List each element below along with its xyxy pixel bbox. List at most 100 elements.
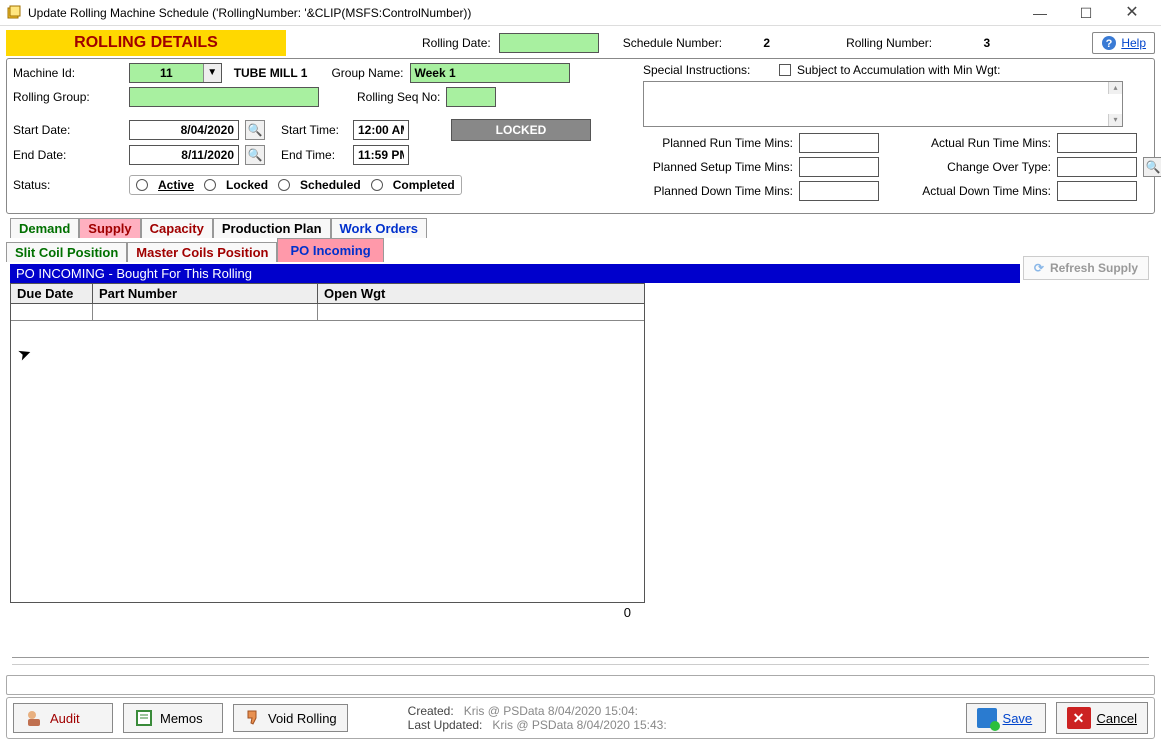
app-icon: [6, 5, 22, 21]
start-date-label: Start Date:: [13, 123, 123, 137]
change-over-lookup-button[interactable]: 🔍: [1143, 157, 1161, 177]
audit-button[interactable]: Audit: [13, 703, 113, 733]
start-date-picker-button[interactable]: 🔍: [245, 120, 265, 140]
group-name-label: Group Name:: [331, 66, 403, 80]
status-locked-label: Locked: [226, 178, 268, 192]
actual-run-label: Actual Run Time Mins:: [911, 136, 1051, 150]
meta-info: Created: Kris @ PSData 8/04/2020 15:04: L…: [408, 704, 667, 732]
rolling-number-label: Rolling Number:: [846, 36, 932, 50]
locked-button[interactable]: LOCKED: [451, 119, 591, 141]
col-due-date[interactable]: Due Date: [11, 284, 93, 303]
chevron-down-icon: ▼: [203, 64, 221, 82]
subject-accumulation-checkbox[interactable]: [779, 64, 791, 76]
scroll-up-icon[interactable]: ▴: [1108, 82, 1122, 94]
updated-label: Last Updated:: [408, 718, 483, 732]
rolling-seq-field[interactable]: [446, 87, 496, 107]
planned-setup-label: Planned Setup Time Mins:: [643, 160, 793, 174]
refresh-icon: ⟳: [1034, 261, 1044, 275]
form-panel: Machine Id: 11 ▼ TUBE MILL 1 Group Name:…: [6, 58, 1155, 214]
memos-icon: [134, 708, 154, 728]
planned-setup-input[interactable]: [799, 157, 879, 177]
tab-work-orders[interactable]: Work Orders: [331, 218, 428, 238]
actual-run-input[interactable]: [1057, 133, 1137, 153]
machine-id-dropdown[interactable]: 11 ▼: [129, 63, 222, 83]
sub-tabs: Slit Coil Position Master Coils Position…: [6, 238, 1161, 262]
status-locked-radio[interactable]: [204, 179, 216, 191]
tab-demand[interactable]: Demand: [10, 218, 79, 238]
group-name-value: Week 1: [410, 63, 570, 83]
col-open-wgt[interactable]: Open Wgt: [318, 284, 638, 303]
grid-header: Due Date Part Number Open Wgt: [11, 284, 644, 304]
scroll-down-icon[interactable]: ▾: [1108, 114, 1122, 126]
grid-total: 0: [10, 605, 645, 620]
rolling-date-label: Rolling Date:: [422, 36, 491, 50]
grid-empty-row[interactable]: [11, 304, 644, 321]
bottom-toolbar: Audit Memos Void Rolling Created: Kris @ …: [6, 697, 1155, 739]
rolling-date-field[interactable]: [499, 33, 599, 53]
rolling-group-label: Rolling Group:: [13, 90, 123, 104]
special-instructions-textarea[interactable]: ▴ ▾: [643, 81, 1123, 127]
end-date-input[interactable]: [129, 145, 239, 165]
help-icon: ?: [1101, 35, 1117, 51]
tab-supply[interactable]: Supply: [79, 218, 140, 238]
status-completed-radio[interactable]: [371, 179, 383, 191]
void-rolling-button[interactable]: Void Rolling: [233, 704, 348, 732]
machine-name: TUBE MILL 1: [234, 66, 308, 80]
status-label: Status:: [13, 178, 123, 192]
rolling-details-banner: ROLLING DETAILS: [6, 30, 286, 56]
end-date-label: End Date:: [13, 148, 123, 162]
audit-label: Audit: [50, 711, 80, 726]
details-header: ROLLING DETAILS Rolling Date: Schedule N…: [0, 26, 1161, 58]
help-link-text: Help: [1121, 36, 1146, 50]
window-title: Update Rolling Machine Schedule ('Rollin…: [28, 6, 1017, 20]
planned-run-input[interactable]: [799, 133, 879, 153]
planned-down-label: Planned Down Time Mins:: [643, 184, 793, 198]
change-over-label: Change Over Type:: [911, 160, 1051, 174]
audit-icon: [24, 708, 44, 728]
po-grid: Due Date Part Number Open Wgt: [10, 283, 645, 603]
memos-label: Memos: [160, 711, 203, 726]
change-over-input[interactable]: [1057, 157, 1137, 177]
machine-id-value: 11: [130, 66, 203, 80]
tab-slit-coil[interactable]: Slit Coil Position: [6, 242, 127, 262]
divider: [12, 657, 1149, 665]
save-button[interactable]: Save: [966, 703, 1046, 733]
end-time-input[interactable]: [353, 145, 409, 165]
minimize-button[interactable]: —: [1017, 0, 1063, 26]
memos-button[interactable]: Memos: [123, 703, 223, 733]
schedule-number-label: Schedule Number:: [623, 36, 722, 50]
end-time-label: End Time:: [281, 148, 347, 162]
tab-po-incoming[interactable]: PO Incoming: [277, 238, 383, 262]
close-button[interactable]: ✕: [1109, 0, 1155, 26]
cancel-button[interactable]: ✕ Cancel: [1056, 702, 1148, 734]
thumbs-down-icon: [244, 709, 262, 727]
refresh-supply-button[interactable]: ⟳ Refresh Supply: [1023, 256, 1149, 280]
rolling-group-field[interactable]: [129, 87, 319, 107]
start-date-input[interactable]: [129, 120, 239, 140]
status-scheduled-radio[interactable]: [278, 179, 290, 191]
created-value: Kris @ PSData 8/04/2020 15:04:: [464, 704, 638, 718]
save-icon: [977, 708, 997, 728]
start-time-label: Start Time:: [281, 123, 347, 137]
col-part-number[interactable]: Part Number: [93, 284, 318, 303]
end-date-picker-button[interactable]: 🔍: [245, 145, 265, 165]
status-active-radio[interactable]: [136, 179, 148, 191]
tab-master-coils[interactable]: Master Coils Position: [127, 242, 277, 262]
created-label: Created:: [408, 704, 454, 718]
updated-value: Kris @ PSData 8/04/2020 15:43:: [492, 718, 666, 732]
help-button[interactable]: ? Help: [1092, 32, 1155, 54]
planned-down-input[interactable]: [799, 181, 879, 201]
actual-down-input[interactable]: [1057, 181, 1137, 201]
void-rolling-label: Void Rolling: [268, 711, 337, 726]
main-tabs: Demand Supply Capacity Production Plan W…: [10, 218, 1161, 238]
status-active-label: Active: [158, 178, 194, 192]
start-time-input[interactable]: [353, 120, 409, 140]
cancel-icon: ✕: [1067, 707, 1091, 729]
tab-production-plan[interactable]: Production Plan: [213, 218, 331, 238]
refresh-supply-label: Refresh Supply: [1050, 261, 1138, 275]
maximize-button[interactable]: ☐: [1063, 0, 1109, 26]
svg-text:?: ?: [1106, 38, 1113, 50]
status-completed-label: Completed: [393, 178, 455, 192]
tab-capacity[interactable]: Capacity: [141, 218, 213, 238]
scroll-region[interactable]: [6, 675, 1155, 695]
